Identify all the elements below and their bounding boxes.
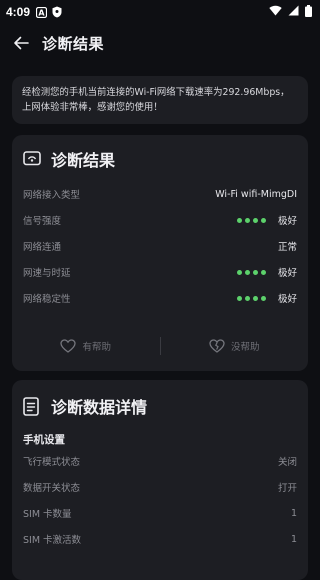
result-row: 信号强度 极好 [23,207,297,233]
result-row: 网络稳定性 极好 [23,285,297,311]
row-label: 信号强度 [23,216,62,227]
result-card-title: 诊断结果 [51,151,116,170]
row-value: 关闭 [277,457,297,468]
detail-row: SIM 卡激活数 1 [23,526,297,552]
status-dots [236,269,266,275]
helpful-label: 有帮助 [82,342,111,353]
cellular-signal-icon [288,5,299,19]
status-right-icons [269,4,312,20]
document-icon [23,396,43,416]
network-diagnosis-icon [23,149,43,169]
app-bar: 诊断结果 [0,24,320,62]
status-dots [236,217,266,223]
notification-a-icon: A [36,6,48,18]
section-title: 手机设置 [23,434,65,446]
row-value: 1 [290,507,297,519]
feedback-bar: 有帮助 没帮助 [12,332,308,360]
status-dots [236,295,266,301]
row-label: 数据开关状态 [23,483,81,494]
broken-heart-icon [209,339,225,353]
row-label: 飞行模式状态 [23,457,81,468]
row-value: 正常 [277,242,297,253]
row-value: 1 [290,533,297,545]
row-label: 网络接入类型 [23,190,81,201]
row-value: 极好 [277,216,297,227]
status-bar: 4:09 A [0,0,320,24]
detail-row: 数据开关状态 打开 [23,474,297,500]
battery-icon [305,4,312,20]
diagnosis-result-card: 诊断结果 网络接入类型 Wi-Fi wifi-MimgDI 信号强度 极好 网络… [12,135,308,371]
detail-row: 飞行模式状态 关闭 [23,448,297,474]
status-time: 4:09 [6,5,31,19]
result-row: 网络连通 正常 [23,233,297,259]
row-value: 极好 [277,268,297,279]
diagnosis-detail-card: 诊断数据详情 手机设置 飞行模式状态 关闭 数据开关状态 打开 SIM 卡数量 … [12,380,308,580]
row-label: 网络连通 [23,242,62,253]
row-label: 网速与时延 [23,268,71,279]
wifi-icon [269,5,282,19]
heart-icon [60,339,77,353]
not-helpful-label: 没帮助 [230,342,260,353]
detail-card-header: 诊断数据详情 [12,380,308,432]
page-title: 诊断结果 [42,34,105,53]
row-label: SIM 卡数量 [23,509,72,520]
result-row: 网速与时延 极好 [23,259,297,285]
svg-text:A: A [38,8,45,17]
not-helpful-button[interactable]: 没帮助 [161,339,309,353]
row-value: 打开 [277,483,297,494]
row-label: 网络稳定性 [23,294,71,305]
row-value: Wi-Fi wifi-MimgDI [215,188,297,200]
row-label: SIM 卡激活数 [23,535,82,546]
row-value: 极好 [277,294,297,305]
detail-row: SIM 卡数量 1 [23,500,297,526]
result-card-header: 诊断结果 [12,135,308,183]
helpful-button[interactable]: 有帮助 [12,339,160,353]
back-button[interactable] [0,24,42,62]
arrow-left-icon [14,36,29,50]
speed-summary-text: 经检测您的手机当前连接的Wi-Fi网络下载速率为292.96Mbps，上网体验非… [22,87,290,113]
detail-card-title: 诊断数据详情 [51,398,148,417]
speed-summary-card: 经检测您的手机当前连接的Wi-Fi网络下载速率为292.96Mbps，上网体验非… [12,76,308,124]
result-row: 网络接入类型 Wi-Fi wifi-MimgDI [23,181,297,207]
shield-icon [52,6,62,18]
